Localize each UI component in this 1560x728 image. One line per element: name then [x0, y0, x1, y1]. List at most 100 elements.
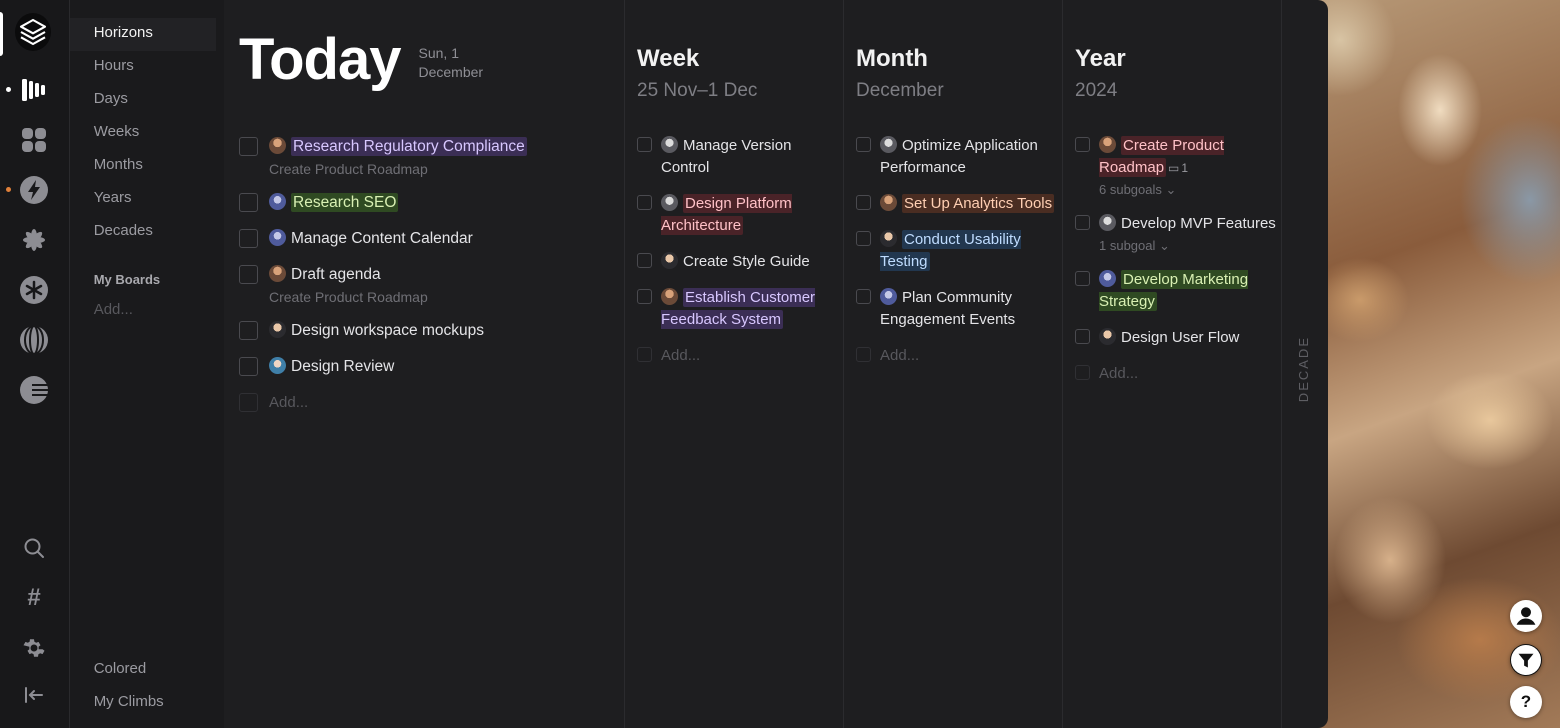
- task-checkbox[interactable]: [1075, 271, 1090, 286]
- task-title[interactable]: Develop MVP Features: [1121, 215, 1276, 232]
- avatar: [661, 136, 678, 153]
- profile-button[interactable]: [1510, 600, 1542, 632]
- task-item[interactable]: Set Up Analytics Tools: [856, 193, 1062, 215]
- task-item[interactable]: Conduct Usability Testing: [856, 229, 1062, 273]
- task-parent-goal[interactable]: Create Product Roadmap: [269, 160, 624, 178]
- asterisk-icon[interactable]: [16, 272, 52, 308]
- task-item[interactable]: Develop Marketing Strategy: [1075, 269, 1281, 313]
- search-icon[interactable]: [16, 530, 52, 566]
- task-title[interactable]: Conduct Usability Testing: [880, 230, 1021, 271]
- subgoals-toggle[interactable]: 6 subgoals ⌄: [1099, 181, 1281, 199]
- task-title[interactable]: Develop Marketing Strategy: [1099, 270, 1249, 311]
- filter-button[interactable]: [1510, 644, 1542, 676]
- nav-item-decades[interactable]: Decades: [70, 216, 224, 249]
- nav-item-colored[interactable]: Colored: [70, 654, 224, 687]
- task-item[interactable]: Optimize Application Performance: [856, 135, 1062, 179]
- task-title[interactable]: Create Product Roadmap: [1099, 136, 1224, 177]
- task-title[interactable]: Research Regulatory Compliance: [291, 137, 527, 156]
- task-title[interactable]: Manage Version Control: [661, 137, 791, 176]
- comment-count: 1: [1181, 161, 1189, 175]
- task-checkbox[interactable]: [239, 357, 258, 376]
- add-task-button[interactable]: Add...: [269, 392, 624, 414]
- add-task-checkbox: [239, 393, 258, 412]
- nav-item-my-climbs[interactable]: My Climbs: [70, 687, 224, 720]
- task-checkbox[interactable]: [239, 193, 258, 212]
- gear-icon[interactable]: [16, 630, 52, 666]
- nav-item-years[interactable]: Years: [70, 183, 224, 216]
- task-title[interactable]: Design workspace mockups: [291, 322, 484, 339]
- task-item[interactable]: Draft agenda Create Product Roadmap: [239, 264, 624, 306]
- task-checkbox[interactable]: [856, 137, 871, 152]
- week-column: Week 25 Nov–1 Dec Manage Version Control…: [625, 0, 844, 728]
- task-checkbox[interactable]: [239, 137, 258, 156]
- add-task-row[interactable]: Add...: [1075, 363, 1281, 385]
- nav-item-days[interactable]: Days: [70, 84, 224, 117]
- grid-blocks-icon[interactable]: [16, 122, 52, 158]
- nav-item-horizons[interactable]: Horizons: [69, 18, 216, 51]
- nav-item-weeks[interactable]: Weeks: [70, 117, 224, 150]
- task-checkbox[interactable]: [1075, 137, 1090, 152]
- half-moon-icon[interactable]: [16, 372, 52, 408]
- flower-icon[interactable]: [16, 222, 52, 258]
- decade-column[interactable]: DECADE: [1282, 0, 1328, 728]
- task-item[interactable]: Manage Content Calendar: [239, 228, 624, 250]
- add-task-button[interactable]: Add...: [1099, 363, 1281, 385]
- task-item[interactable]: Design Review: [239, 356, 624, 378]
- task-item[interactable]: Research SEO: [239, 192, 624, 214]
- comment-icon[interactable]: ▭: [1168, 161, 1179, 175]
- task-title[interactable]: Draft agenda: [291, 266, 381, 283]
- task-item[interactable]: Research Regulatory Compliance Create Pr…: [239, 136, 624, 178]
- subgoals-toggle[interactable]: 1 subgoal ⌄: [1099, 237, 1281, 255]
- task-title[interactable]: Create Style Guide: [683, 253, 810, 270]
- task-title[interactable]: Plan Community Engagement Events: [880, 289, 1015, 328]
- lightning-icon[interactable]: [16, 172, 52, 208]
- nav-item-months[interactable]: Months: [70, 150, 224, 183]
- task-checkbox[interactable]: [239, 229, 258, 248]
- add-board-button[interactable]: Add...: [70, 295, 224, 328]
- add-task-row[interactable]: Add...: [856, 345, 1062, 367]
- task-title[interactable]: Establish Customer Feedback System: [661, 288, 816, 329]
- add-task-button[interactable]: Add...: [880, 345, 1062, 367]
- task-checkbox[interactable]: [856, 195, 871, 210]
- task-item[interactable]: Create Style Guide: [637, 251, 843, 273]
- collapse-sidebar-icon[interactable]: [16, 677, 52, 713]
- task-title[interactable]: Design Review: [291, 358, 394, 375]
- add-task-row[interactable]: Add...: [239, 392, 624, 414]
- add-task-row[interactable]: Add...: [637, 345, 843, 367]
- task-item[interactable]: Design User Flow: [1075, 327, 1281, 349]
- task-checkbox[interactable]: [637, 195, 652, 210]
- task-checkbox[interactable]: [1075, 329, 1090, 344]
- task-item[interactable]: Design workspace mockups: [239, 320, 624, 342]
- task-title[interactable]: Set Up Analytics Tools: [902, 194, 1055, 213]
- task-parent-goal[interactable]: Create Product Roadmap: [269, 288, 624, 306]
- active-indicator: [0, 12, 3, 56]
- task-checkbox[interactable]: [1075, 215, 1090, 230]
- task-checkbox[interactable]: [856, 231, 871, 246]
- help-button[interactable]: ?: [1510, 686, 1542, 718]
- task-checkbox[interactable]: [856, 289, 871, 304]
- task-title[interactable]: Manage Content Calendar: [291, 230, 473, 247]
- task-checkbox[interactable]: [637, 253, 652, 268]
- task-checkbox[interactable]: [637, 289, 652, 304]
- task-title[interactable]: Design Platform Architecture: [661, 194, 792, 235]
- task-checkbox[interactable]: [239, 321, 258, 340]
- task-checkbox[interactable]: [637, 137, 652, 152]
- task-title[interactable]: Design User Flow: [1121, 329, 1239, 346]
- hash-icon[interactable]: #: [16, 580, 52, 616]
- task-checkbox[interactable]: [239, 265, 258, 284]
- task-item[interactable]: Plan Community Engagement Events: [856, 287, 1062, 331]
- task-item[interactable]: Create Product Roadmap ▭ 1 6 subgoals ⌄: [1075, 135, 1281, 199]
- task-item[interactable]: Manage Version Control: [637, 135, 843, 179]
- decade-label[interactable]: DECADE: [1296, 336, 1311, 402]
- add-task-button[interactable]: Add...: [661, 345, 843, 367]
- horizons-bars-icon[interactable]: [16, 72, 52, 108]
- notification-dot: [6, 187, 11, 192]
- task-item[interactable]: Design Platform Architecture: [637, 193, 843, 237]
- task-title[interactable]: Research SEO: [291, 193, 399, 212]
- globe-lines-icon[interactable]: [16, 322, 52, 358]
- task-item[interactable]: Develop MVP Features 1 subgoal ⌄: [1075, 213, 1281, 255]
- logo-layers-icon[interactable]: [15, 13, 51, 51]
- nav-item-hours[interactable]: Hours: [70, 51, 224, 84]
- task-title[interactable]: Optimize Application Performance: [880, 137, 1038, 176]
- task-item[interactable]: Establish Customer Feedback System: [637, 287, 843, 331]
